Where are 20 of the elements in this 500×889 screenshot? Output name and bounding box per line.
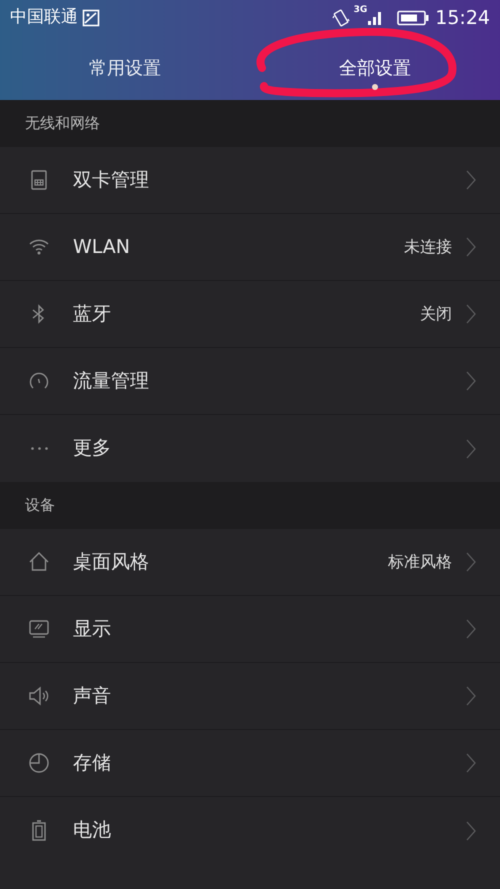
- tab[interactable]: 全部设置: [339, 54, 411, 82]
- row-label: 声音: [73, 684, 112, 709]
- row-label: 电池: [73, 818, 112, 844]
- row-label: 双卡管理: [73, 168, 150, 193]
- clock-time: 15:24: [435, 6, 490, 31]
- section-header: 设备: [25, 495, 55, 516]
- row-label: 存储: [73, 750, 112, 776]
- row-label: WLAN: [73, 234, 132, 260]
- section-header: 无线和网络: [25, 113, 100, 134]
- row-label: 流量管理: [73, 368, 150, 394]
- network-type: 3G: [354, 4, 368, 17]
- row-value: 未连接: [404, 236, 452, 258]
- carrier-name: 中国联通: [10, 6, 78, 30]
- row-label: 显示: [73, 616, 112, 642]
- row-value: 关闭: [420, 303, 452, 325]
- row-label: 桌面风格: [73, 550, 150, 575]
- row-value: 标准风格: [388, 551, 452, 573]
- row-label: 更多: [73, 436, 112, 462]
- tab[interactable]: 常用设置: [89, 54, 161, 82]
- row-label: 蓝牙: [73, 302, 112, 327]
